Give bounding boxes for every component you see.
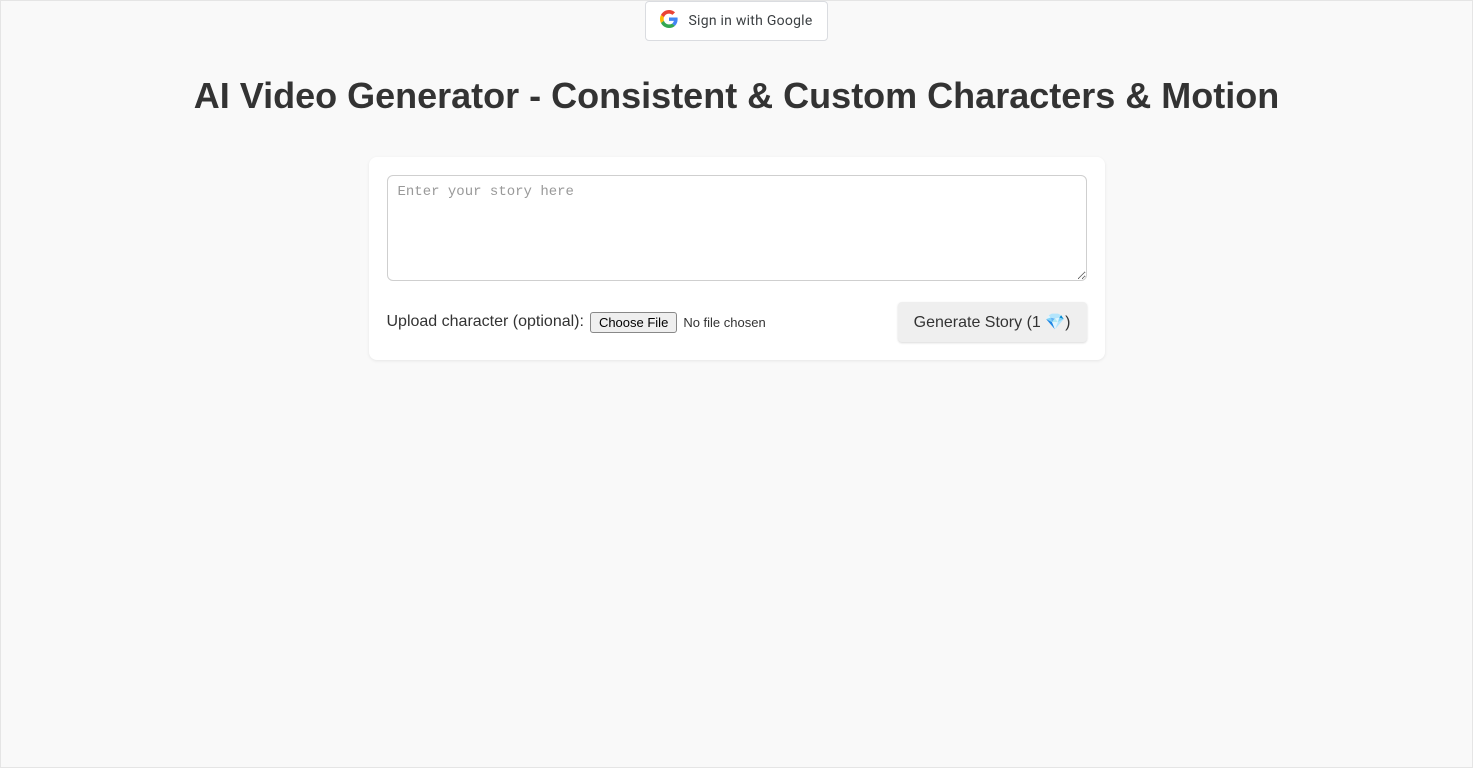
top-bar: Sign in with Google (1, 1, 1472, 41)
page-title: AI Video Generator - Consistent & Custom… (1, 75, 1472, 117)
file-input[interactable]: Choose File No file chosen (590, 312, 766, 333)
story-input[interactable] (387, 175, 1087, 281)
google-icon (660, 10, 688, 32)
upload-group: Upload character (optional): Choose File… (387, 312, 766, 333)
choose-file-button[interactable]: Choose File (590, 312, 677, 333)
generate-story-button[interactable]: Generate Story (1 💎) (898, 302, 1087, 342)
google-signin-button[interactable]: Sign in with Google (645, 1, 827, 41)
google-signin-label: Sign in with Google (688, 13, 812, 29)
controls-row: Upload character (optional): Choose File… (387, 302, 1087, 342)
file-status: No file chosen (683, 315, 765, 330)
story-card: Upload character (optional): Choose File… (369, 157, 1105, 360)
upload-label: Upload character (optional): (387, 313, 584, 331)
